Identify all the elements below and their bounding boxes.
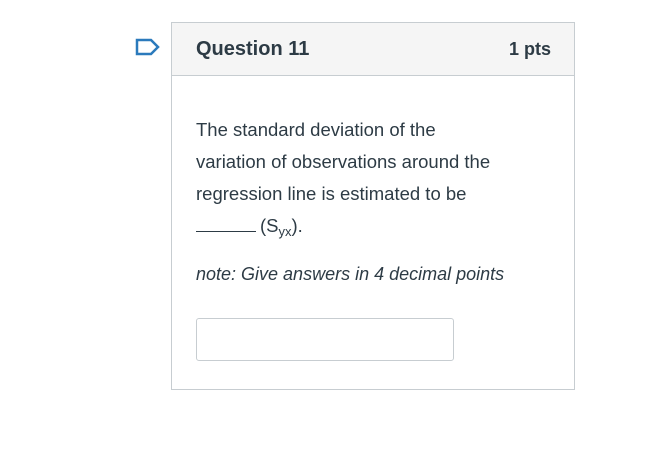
flag-icon[interactable]: [135, 38, 161, 60]
question-note: note: Give answers in 4 decimal points: [196, 264, 505, 284]
question-text-line-1: The standard deviation of the: [196, 119, 436, 140]
question-title: Question 11: [196, 37, 310, 60]
syx-close: ).: [291, 215, 303, 236]
syx-open: (S: [260, 215, 279, 236]
flag-icon-svg: [135, 38, 160, 56]
quiz-page: Question 11 1 pts The standard deviation…: [0, 0, 658, 452]
question-points: 1 pts: [508, 38, 551, 59]
answer-blank: [196, 230, 256, 232]
question-text-line-2: variation of observations around the: [196, 151, 491, 172]
question-card: Question 11 1 pts The standard deviation…: [171, 22, 575, 390]
question-header: Question 11 1 pts: [172, 23, 574, 76]
question-text: The standard deviation of the variation …: [196, 114, 550, 248]
question-text-line-3: regression line is estimated to be: [196, 183, 467, 204]
question-body: The standard deviation of the variation …: [172, 76, 574, 361]
answer-input[interactable]: [196, 318, 454, 361]
syx-subscript: yx: [278, 224, 292, 239]
